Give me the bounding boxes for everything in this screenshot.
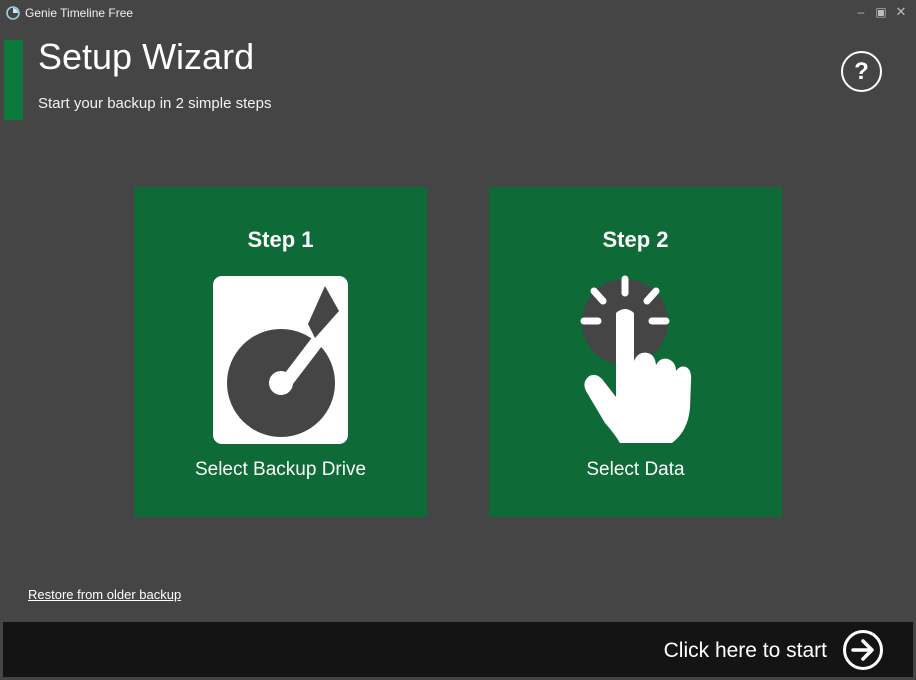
accent-bar: [4, 40, 23, 120]
close-icon[interactable]: ✕: [893, 4, 909, 20]
app-logo-icon: [6, 6, 20, 20]
window-title: Genie Timeline Free: [25, 6, 134, 20]
start-bar[interactable]: Click here to start: [3, 622, 913, 677]
arrow-right-circle-icon[interactable]: [842, 629, 884, 671]
help-icon: ?: [854, 57, 869, 85]
step-2-label: Select Data: [586, 459, 685, 480]
help-button[interactable]: ?: [841, 51, 882, 92]
step-2-select-data-tile[interactable]: Step 2 Select Data: [489, 187, 782, 517]
minimize-icon[interactable]: ‒: [853, 4, 869, 20]
step-1-heading: Step 1: [247, 227, 314, 252]
hard-drive-icon: [213, 276, 348, 444]
page-subtitle: Start your backup in 2 simple steps: [38, 95, 272, 112]
restore-from-older-backup-link[interactable]: Restore from older backup: [28, 587, 181, 602]
title-bar: Genie Timeline Free ‒ ▣ ✕: [0, 0, 916, 26]
touch-select-icon: [580, 275, 692, 443]
step-1-select-backup-drive-tile[interactable]: Step 1 Select Backup Drive: [134, 187, 427, 517]
maximize-icon[interactable]: ▣: [873, 4, 889, 20]
start-label: Click here to start: [663, 639, 827, 662]
step-2-heading: Step 2: [602, 227, 669, 252]
page-title: Setup Wizard: [38, 36, 255, 77]
step-1-label: Select Backup Drive: [194, 459, 367, 480]
